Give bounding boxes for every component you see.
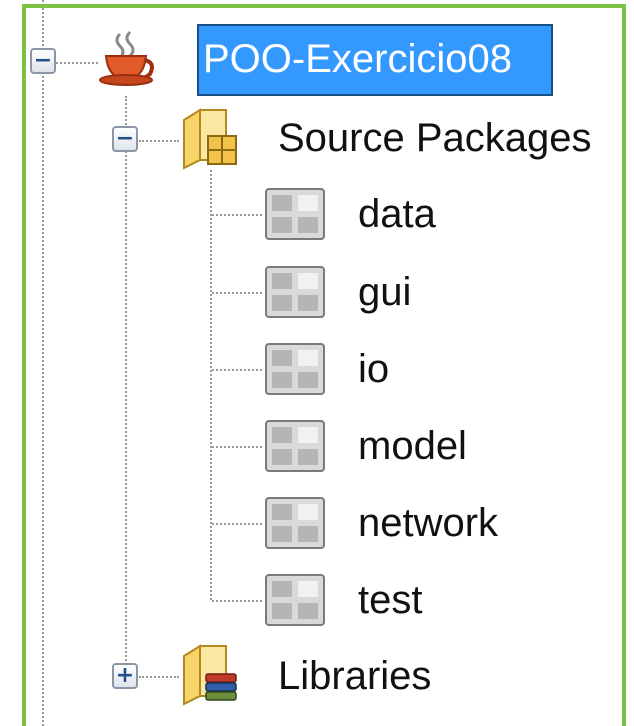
tree-line-h-pkg	[212, 600, 262, 602]
package-item-data[interactable]: data	[358, 190, 436, 238]
project-collapse-toggle[interactable]: −	[30, 48, 56, 74]
tree-line-h-pkg	[212, 523, 262, 525]
tree-line-h-source	[139, 140, 179, 142]
libraries-expand-toggle[interactable]: +	[112, 663, 138, 689]
tree-line-h-pkg	[212, 292, 262, 294]
package-item-test[interactable]: test	[358, 576, 422, 624]
package-icon	[264, 496, 326, 550]
package-icon	[264, 187, 326, 241]
tree-line-h-pkg	[212, 214, 262, 216]
package-item-model[interactable]: model	[358, 422, 467, 470]
tree-line-h-libraries	[139, 676, 179, 678]
project-label-selected[interactable]: POO-Exercicio08	[197, 24, 553, 96]
package-item-io[interactable]: io	[358, 345, 389, 393]
tree-line-h-pkg	[212, 369, 262, 371]
libraries-label[interactable]: Libraries	[278, 652, 431, 700]
tree-line-source-packages	[210, 170, 212, 600]
source-packages-label[interactable]: Source Packages	[278, 114, 592, 162]
package-icon	[264, 419, 326, 473]
tree-line-root	[42, 0, 44, 726]
package-item-gui[interactable]: gui	[358, 268, 411, 316]
package-icon	[264, 265, 326, 319]
source-packages-collapse-toggle[interactable]: −	[112, 126, 138, 152]
libraries-folder-icon	[180, 642, 238, 706]
tree-line-h-project	[56, 62, 98, 64]
package-icon	[264, 573, 326, 627]
tree-line-h-pkg	[212, 446, 262, 448]
package-item-network[interactable]: network	[358, 499, 498, 547]
package-icon	[264, 342, 326, 396]
java-project-coffee-cup-icon	[98, 30, 158, 86]
source-folder-icon	[180, 106, 238, 170]
tree-line-project	[125, 96, 127, 676]
